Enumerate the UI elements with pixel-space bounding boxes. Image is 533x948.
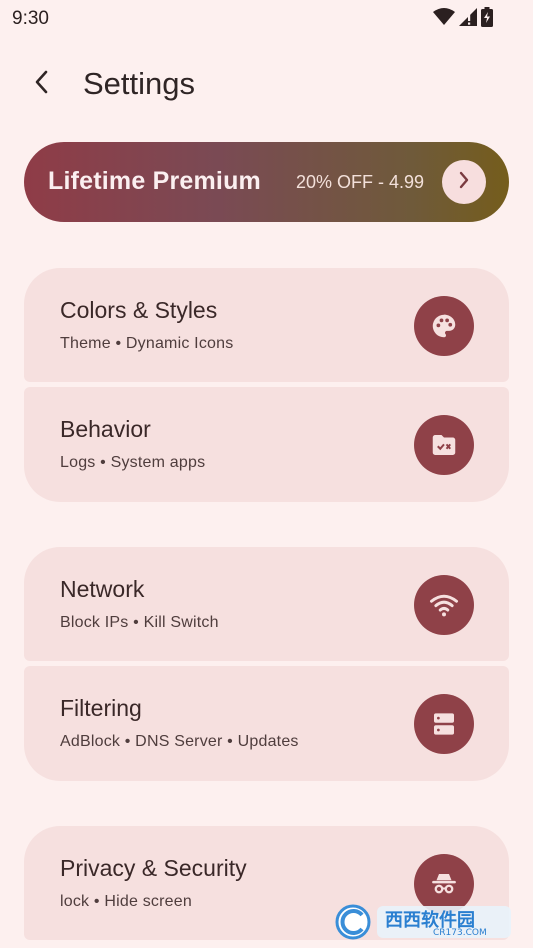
top-app-bar: Settings <box>0 56 533 112</box>
watermark-subtext: CR173.COM <box>433 928 487 938</box>
settings-item-subtitle: AdBlock • DNS Server • Updates <box>60 733 299 750</box>
settings-item-title: Behavior <box>60 416 151 442</box>
settings-screen: 9:30 Settings Lifetime Premium 20% OFF -… <box>0 0 533 948</box>
settings-item-subtitle: lock • Hide screen <box>60 893 192 910</box>
status-icons <box>433 7 493 32</box>
battery-charging-icon <box>481 7 493 32</box>
folder-check-icon <box>414 415 474 475</box>
settings-item-colors-styles[interactable]: Colors & Styles Theme • Dynamic Icons <box>24 268 509 382</box>
page-title: Settings <box>83 66 196 101</box>
premium-offer: 20% OFF - 4.99 <box>296 172 425 192</box>
settings-item-title: Filtering <box>60 695 142 721</box>
settings-item-subtitle: Logs • System apps <box>60 454 206 471</box>
premium-title: Lifetime Premium <box>48 167 261 195</box>
wifi-status-icon <box>433 8 455 31</box>
cellular-no-signal-icon <box>459 8 477 31</box>
settings-item-subtitle: Block IPs • Kill Switch <box>60 614 219 631</box>
settings-item-network[interactable]: Network Block IPs • Kill Switch <box>24 547 509 661</box>
chevron-left-icon <box>34 70 50 99</box>
watermark-logo: 西西软件园 CR173.COM <box>333 902 513 942</box>
lifetime-premium-banner[interactable]: Lifetime Premium 20% OFF - 4.99 <box>24 142 509 222</box>
settings-item-title: Privacy & Security <box>60 855 247 881</box>
back-button[interactable] <box>22 64 62 104</box>
settings-item-behavior[interactable]: Behavior Logs • System apps <box>24 387 509 502</box>
settings-item-subtitle: Theme • Dynamic Icons <box>60 335 234 352</box>
dns-server-icon <box>414 694 474 754</box>
settings-item-filtering[interactable]: Filtering AdBlock • DNS Server • Updates <box>24 666 509 781</box>
palette-icon <box>414 296 474 356</box>
status-time: 9:30 <box>12 8 49 29</box>
status-bar: 9:30 <box>0 0 533 36</box>
premium-arrow-button[interactable] <box>442 160 486 204</box>
settings-item-title: Colors & Styles <box>60 297 218 323</box>
wifi-icon <box>414 575 474 635</box>
settings-item-title: Network <box>60 576 145 602</box>
chevron-right-icon <box>458 171 470 194</box>
